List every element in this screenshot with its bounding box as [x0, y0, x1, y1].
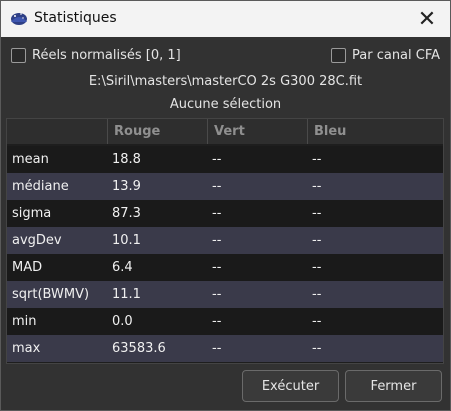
close-button[interactable]: Fermer — [345, 370, 442, 402]
table-cell: -- — [312, 179, 322, 194]
table-row[interactable]: avgDev 10.1 -- -- — [7, 227, 443, 254]
table-cell: mean — [12, 152, 49, 167]
table-cell: -- — [312, 314, 322, 329]
table-cell: -- — [212, 206, 222, 221]
statistics-table: Rouge Vert Bleu mean 18.8 -- -- médiane 13.9 -… — [6, 118, 444, 364]
table-cell: max — [12, 341, 41, 356]
title-bar: Statistiques ✕ — [1, 1, 450, 37]
execute-button[interactable]: Exécuter — [242, 370, 339, 402]
table-cell: 11.1 — [112, 287, 141, 302]
header-cell-rouge[interactable]: Rouge — [107, 119, 208, 144]
table-header: Rouge Vert Bleu — [7, 119, 443, 144]
table-cell: 0.0 — [112, 314, 133, 329]
table-cell: sigma — [12, 206, 52, 221]
selection-status: Aucune sélection — [169, 97, 282, 112]
table-cell: -- — [212, 260, 222, 275]
table-row[interactable]: médiane 13.9 -- -- — [7, 173, 443, 200]
table-cell: -- — [212, 233, 222, 248]
table-cell: -- — [212, 152, 222, 167]
table-cell: -- — [212, 314, 222, 329]
table-cell: -- — [212, 287, 222, 302]
table-cell: -- — [312, 152, 322, 167]
table-cell: médiane — [12, 179, 69, 194]
per-channel-label: Par canal CFA — [352, 48, 441, 63]
checkbox-box[interactable] — [11, 48, 26, 63]
table-cell: 13.9 — [112, 179, 141, 194]
normalized-checkbox[interactable]: Réels normalisés [0, 1] — [11, 48, 181, 63]
file-path: E:\Siril\masters\masterCO 2s G300 28C.fi… — [88, 74, 363, 89]
header-cell-vert[interactable]: Vert — [207, 119, 308, 144]
table-row[interactable]: sqrt(BWMV) 11.1 -- -- — [7, 281, 443, 308]
table-cell: -- — [212, 179, 222, 194]
table-row[interactable]: mean 18.8 -- -- — [7, 146, 443, 173]
table-cell: 87.3 — [112, 206, 141, 221]
table-cell: -- — [312, 287, 322, 302]
siril-icon — [11, 13, 27, 25]
table-cell: -- — [312, 206, 322, 221]
table-cell: 10.1 — [112, 233, 141, 248]
table-cell: -- — [312, 233, 322, 248]
table-cell: 18.8 — [112, 152, 141, 167]
statistics-dialog: Statistiques ✕ Réels normalisés [0, 1] P… — [0, 0, 451, 411]
table-row[interactable]: max 63583.6 -- -- — [7, 335, 443, 362]
normalized-label: Réels normalisés [0, 1] — [32, 48, 181, 63]
table-cell: 6.4 — [112, 260, 133, 275]
table-cell: MAD — [12, 260, 43, 275]
checkbox-box[interactable] — [331, 48, 346, 63]
table-cell: min — [12, 314, 37, 329]
table-cell: sqrt(BWMV) — [12, 287, 90, 302]
table-cell: avgDev — [12, 233, 62, 248]
per-channel-cfa-checkbox[interactable]: Par canal CFA — [331, 48, 440, 63]
table-row[interactable]: sigma 87.3 -- -- — [7, 200, 443, 227]
table-cell: -- — [312, 341, 322, 356]
table-cell: -- — [312, 260, 322, 275]
table-row[interactable]: MAD 6.4 -- -- — [7, 254, 443, 281]
header-cell-name[interactable] — [7, 119, 107, 144]
window-title: Statistiques — [34, 10, 117, 26]
header-cell-bleu[interactable]: Bleu — [307, 119, 444, 144]
close-icon[interactable]: ✕ — [404, 1, 450, 37]
table-row[interactable]: min 0.0 -- -- — [7, 308, 443, 335]
table-cell: -- — [212, 341, 222, 356]
table-cell: 63583.6 — [112, 341, 166, 356]
